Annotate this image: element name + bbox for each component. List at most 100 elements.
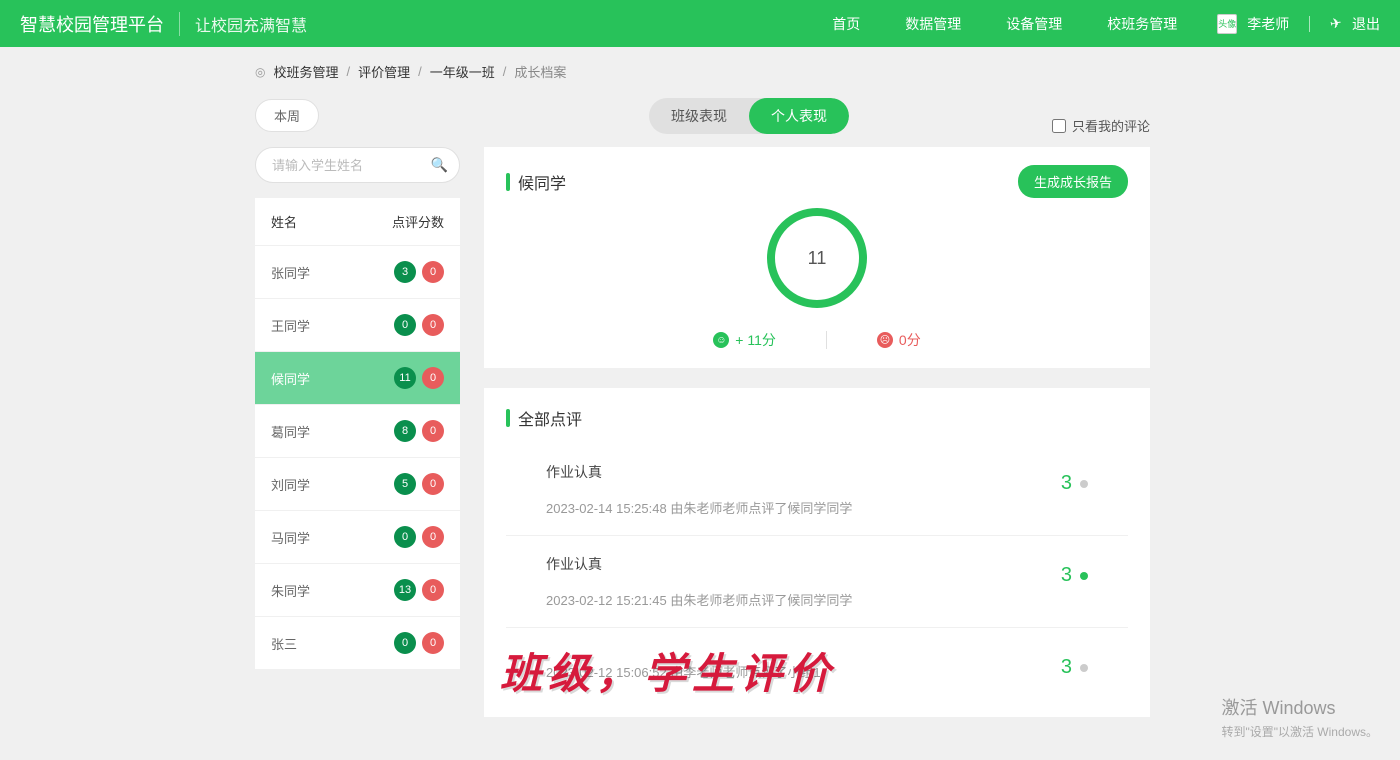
student-row-name: 张同学 <box>271 263 310 282</box>
badge-pair: 13 0 <box>394 579 444 601</box>
negative-badge: 0 <box>422 579 444 601</box>
logout-button[interactable]: 退出 <box>1352 14 1380 34</box>
smile-icon: ☺ <box>713 332 729 348</box>
legend-positive: ☺ + 11分 <box>713 330 776 350</box>
student-row-name: 王同学 <box>271 316 310 335</box>
student-row[interactable]: 王同学00 <box>255 298 460 351</box>
student-row[interactable]: 马同学00 <box>255 510 460 563</box>
breadcrumb-sep: / <box>347 64 351 79</box>
score-ring: 11 <box>767 208 867 308</box>
negative-badge: 0 <box>422 526 444 548</box>
breadcrumb-item[interactable]: 评价管理 <box>358 62 410 81</box>
negative-badge: 0 <box>422 420 444 442</box>
review-left: 作业认真 2023-02-12 15:21:45 由朱老师老师点评了候同学同学 <box>546 554 852 609</box>
negative-badge: 0 <box>422 632 444 654</box>
reviews-heading: 全部点评 <box>518 406 582 430</box>
badge-pair: 80 <box>394 420 444 442</box>
app-subtitle: 让校园充满智慧 <box>179 12 307 36</box>
nav-device[interactable]: 设备管理 <box>1006 14 1062 34</box>
review-score: 3 <box>1061 656 1088 679</box>
status-dot-icon <box>1080 572 1088 580</box>
breadcrumb-item[interactable]: 一年级一班 <box>430 62 495 81</box>
review-score: 3 <box>1061 472 1088 495</box>
review-meta: 2023-02-12 15:06:52 由李老师老师点评了小组1 <box>546 662 821 681</box>
student-row[interactable]: 张三 00 <box>255 616 460 669</box>
header-score: 点评分数 <box>392 212 444 231</box>
legend-sep <box>826 331 827 349</box>
student-row[interactable]: 张同学 30 <box>255 245 460 298</box>
review-meta: 2023-02-14 15:25:48 由朱老师老师点评了候同学同学 <box>546 498 852 517</box>
nav-data[interactable]: 数据管理 <box>905 14 961 34</box>
student-sidebar: 🔍 姓名 点评分数 张同学30王同学00候同学110葛同学80刘同学50马同学0… <box>255 147 460 717</box>
student-row[interactable]: 朱同学130 <box>255 563 460 616</box>
score-legend: ☺ + 11分 ☹ 0分 <box>713 330 920 350</box>
review-item[interactable]: 2023-02-12 15:06:52 由李老师老师点评了小组1 3 <box>506 628 1128 699</box>
only-my-reviews-label: 只看我的评论 <box>1072 116 1150 135</box>
review-item[interactable]: 作业认真 2023-02-12 15:21:45 由朱老师老师点评了候同学同学 3 <box>506 536 1128 628</box>
app-header: 智慧校园管理平台 让校园充满智慧 首页 数据管理 设备管理 校班务管理 头像 李… <box>0 0 1400 47</box>
only-my-reviews-input[interactable] <box>1052 119 1066 133</box>
breadcrumb: ◎ 校班务管理 / 评价管理 / 一年级一班 / 成长档案 <box>255 62 1400 81</box>
positive-badge: 0 <box>394 526 416 548</box>
profile-panel: 候同学 生成成长报告 11 ☺ + 11分 ☹ 0分 <box>484 147 1150 368</box>
reviews-panel: 全部点评 作业认真2023-02-14 15:25:48 由朱老师老师点评了候同… <box>484 388 1150 717</box>
negative-badge: 0 <box>422 314 444 336</box>
review-item[interactable]: 作业认真2023-02-14 15:25:48 由朱老师老师点评了候同学同学 3 <box>506 444 1128 536</box>
review-left: 作业认真2023-02-14 15:25:48 由朱老师老师点评了候同学同学 <box>546 462 852 517</box>
breadcrumb-sep: / <box>503 64 507 79</box>
review-score-value: 3 <box>1061 656 1072 679</box>
review-score-value: 3 <box>1061 564 1072 587</box>
windows-watermark: 激活 Windows 转到"设置"以激活 Windows。 <box>1221 694 1378 742</box>
section-bar-icon <box>506 173 510 191</box>
only-my-reviews-checkbox[interactable]: 只看我的评论 <box>1052 116 1150 135</box>
controls-row: 本周 班级表现 个人表现 只看我的评论 <box>255 96 1400 135</box>
score-value: 11 <box>808 248 827 269</box>
student-row[interactable]: 候同学110 <box>255 351 460 404</box>
location-icon: ◎ <box>255 65 265 79</box>
legend-negative-text: 0分 <box>899 330 921 350</box>
student-name-heading: 候同学 <box>518 170 566 194</box>
breadcrumb-current: 成长档案 <box>514 62 566 81</box>
review-meta: 2023-02-12 15:21:45 由朱老师老师点评了候同学同学 <box>546 590 852 609</box>
review-title: 作业认真 <box>546 554 852 574</box>
nav-home[interactable]: 首页 <box>832 14 860 34</box>
divider <box>1309 16 1310 32</box>
badge-pair: 00 <box>394 632 444 654</box>
review-score-value: 3 <box>1061 472 1072 495</box>
positive-badge: 11 <box>394 367 416 389</box>
week-filter-button[interactable]: 本周 <box>255 99 319 132</box>
username: 李老师 <box>1247 14 1289 34</box>
watermark-sub: 转到"设置"以激活 Windows。 <box>1221 723 1378 742</box>
positive-badge: 0 <box>394 632 416 654</box>
student-row-name: 张三 <box>271 634 297 653</box>
student-row-name: 刘同学 <box>271 475 310 494</box>
student-row[interactable]: 葛同学80 <box>255 404 460 457</box>
positive-badge: 8 <box>394 420 416 442</box>
avatar[interactable]: 头像 <box>1217 14 1237 34</box>
legend-negative: ☹ 0分 <box>877 330 921 350</box>
negative-badge: 0 <box>422 261 444 283</box>
student-list-header: 姓名 点评分数 <box>255 198 460 245</box>
legend-positive-text: + 11分 <box>735 330 776 350</box>
student-list: 姓名 点评分数 张同学30王同学00候同学110葛同学80刘同学50马同学00朱… <box>255 198 460 669</box>
positive-badge: 13 <box>394 579 416 601</box>
badge-pair: 30 <box>394 261 444 283</box>
watermark-title: 激活 Windows <box>1221 694 1378 723</box>
student-row[interactable]: 刘同学 50 <box>255 457 460 510</box>
app-title: 智慧校园管理平台 <box>20 11 164 37</box>
view-toggle: 班级表现 个人表现 <box>649 98 849 134</box>
profile-title: 候同学 <box>506 170 566 194</box>
nav-class[interactable]: 校班务管理 <box>1107 14 1177 34</box>
search-icon[interactable]: 🔍 <box>431 157 448 174</box>
badge-pair: 50 <box>394 473 444 495</box>
badge-pair: 00 <box>394 526 444 548</box>
tab-personal-performance[interactable]: 个人表现 <box>749 98 849 134</box>
breadcrumb-item[interactable]: 校班务管理 <box>273 62 338 81</box>
generate-report-button[interactable]: 生成成长报告 <box>1018 165 1128 198</box>
profile-header: 候同学 生成成长报告 <box>506 165 1128 198</box>
primary-nav: 首页 数据管理 设备管理 校班务管理 <box>832 14 1177 34</box>
student-search-input[interactable] <box>255 147 460 183</box>
score-ring-wrap: 11 ☺ + 11分 ☹ 0分 <box>506 208 1128 350</box>
tab-class-performance[interactable]: 班级表现 <box>649 98 749 134</box>
review-left: 2023-02-12 15:06:52 由李老师老师点评了小组1 <box>546 646 821 681</box>
